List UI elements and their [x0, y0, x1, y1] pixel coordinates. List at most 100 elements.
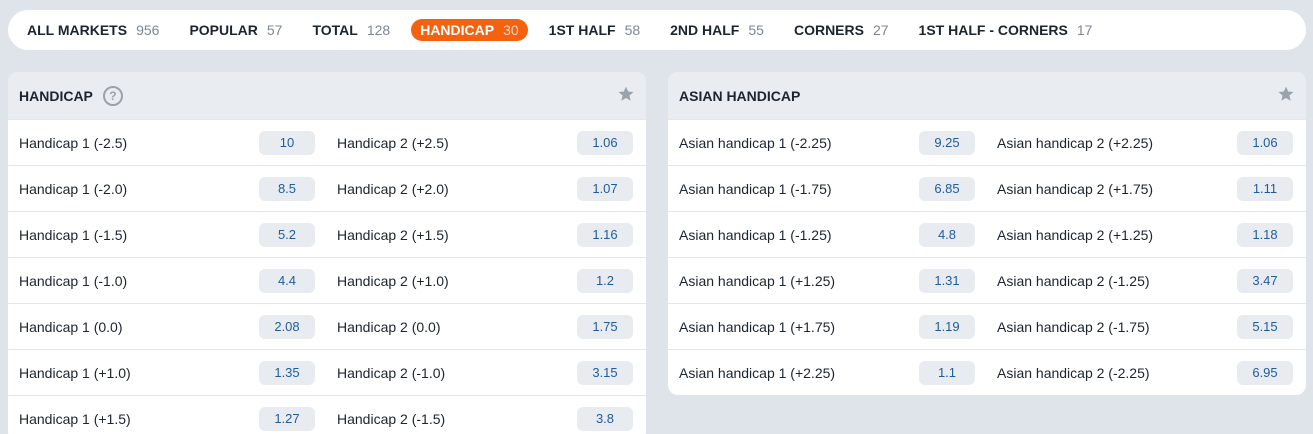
outcome-label: Asian handicap 2 (+1.75): [997, 180, 1154, 197]
tab-1st-half[interactable]: 1ST HALF 58: [540, 19, 649, 41]
odd-button[interactable]: 3.8: [577, 406, 633, 431]
outcome-cell[interactable]: Handicap 1 (-2.0) 8.5: [8, 176, 326, 201]
outcome-label: Asian handicap 1 (-1.25): [679, 226, 832, 243]
outcome-label: Asian handicap 2 (+1.25): [997, 226, 1154, 243]
market-row: Handicap 1 (-2.0) 8.5 Handicap 2 (+2.0) …: [8, 165, 646, 211]
outcome-label: Asian handicap 1 (+1.25): [679, 272, 836, 289]
outcome-label: Handicap 1 (-2.0): [19, 180, 128, 197]
outcome-cell[interactable]: Handicap 1 (-1.5) 5.2: [8, 222, 326, 247]
odd-button[interactable]: 2.08: [259, 314, 315, 339]
outcome-label: Handicap 2 (-1.0): [337, 364, 446, 381]
odd-button[interactable]: 1.19: [919, 314, 975, 339]
outcome-cell[interactable]: Asian handicap 1 (+2.25) 1.1: [668, 360, 986, 385]
odd-button[interactable]: 1.1: [919, 360, 975, 385]
outcome-cell[interactable]: Asian handicap 1 (+1.25) 1.31: [668, 268, 986, 293]
outcome-label: Asian handicap 1 (-1.75): [679, 180, 832, 197]
market-row: Handicap 1 (+1.5) 1.27 Handicap 2 (-1.5)…: [8, 395, 646, 434]
outcome-cell[interactable]: Handicap 2 (-1.5) 3.8: [326, 406, 644, 431]
outcome-cell[interactable]: Handicap 2 (0.0) 1.75: [326, 314, 644, 339]
odd-button[interactable]: 6.95: [1237, 360, 1293, 385]
outcome-cell[interactable]: Handicap 1 (+1.5) 1.27: [8, 406, 326, 431]
tab-count: 57: [266, 22, 283, 38]
market-row: Asian handicap 1 (+1.75) 1.19 Asian hand…: [668, 303, 1306, 349]
outcome-cell[interactable]: Asian handicap 1 (-1.75) 6.85: [668, 176, 986, 201]
tab-total[interactable]: TOTAL 128: [303, 19, 399, 41]
outcome-label: Handicap 1 (+1.0): [19, 364, 131, 381]
outcome-label: Handicap 2 (-1.5): [337, 410, 446, 427]
star-icon[interactable]: [1277, 85, 1295, 103]
panel-title: HANDICAP: [19, 87, 93, 104]
outcome-cell[interactable]: Asian handicap 2 (-1.75) 5.15: [986, 314, 1304, 339]
outcome-cell[interactable]: Asian handicap 2 (+1.75) 1.11: [986, 176, 1304, 201]
odd-button[interactable]: 1.06: [1237, 130, 1293, 155]
odd-button[interactable]: 1.11: [1237, 176, 1293, 201]
odd-button[interactable]: 1.07: [577, 176, 633, 201]
outcome-cell[interactable]: Handicap 1 (+1.0) 1.35: [8, 360, 326, 385]
help-circle-icon[interactable]: ?: [102, 85, 123, 106]
tab-label: CORNERS: [793, 22, 864, 38]
outcome-cell[interactable]: Asian handicap 1 (-2.25) 9.25: [668, 130, 986, 155]
odd-button[interactable]: 5.15: [1237, 314, 1293, 339]
market-row: Asian handicap 1 (-1.25) 4.8 Asian handi…: [668, 211, 1306, 257]
odd-button[interactable]: 8.5: [259, 176, 315, 201]
odd-button[interactable]: 5.2: [259, 222, 315, 247]
outcome-cell[interactable]: Asian handicap 1 (-1.25) 4.8: [668, 222, 986, 247]
tab-popular[interactable]: POPULAR 57: [180, 19, 291, 41]
outcome-label: Asian handicap 2 (-1.25): [997, 272, 1150, 289]
outcome-cell[interactable]: Handicap 2 (+1.0) 1.2: [326, 268, 644, 293]
odd-button[interactable]: 1.31: [919, 268, 975, 293]
tab-all-markets[interactable]: ALL MARKETS 956: [18, 19, 168, 41]
outcome-cell[interactable]: Asian handicap 2 (+1.25) 1.18: [986, 222, 1304, 247]
odd-button[interactable]: 3.15: [577, 360, 633, 385]
tab-count: 30: [503, 22, 519, 38]
odd-button[interactable]: 1.35: [259, 360, 315, 385]
outcome-cell[interactable]: Handicap 2 (+2.0) 1.07: [326, 176, 644, 201]
odd-button[interactable]: 1.06: [577, 130, 633, 155]
odd-button[interactable]: 9.25: [919, 130, 975, 155]
odd-button[interactable]: 10: [259, 130, 315, 155]
outcome-cell[interactable]: Asian handicap 2 (+2.25) 1.06: [986, 130, 1304, 155]
tab-1st-half-corners[interactable]: 1ST HALF - CORNERS 17: [910, 19, 1102, 41]
outcome-cell[interactable]: Handicap 2 (+2.5) 1.06: [326, 130, 644, 155]
outcome-cell[interactable]: Asian handicap 2 (-2.25) 6.95: [986, 360, 1304, 385]
odd-button[interactable]: 1.18: [1237, 222, 1293, 247]
market-row: Handicap 1 (0.0) 2.08 Handicap 2 (0.0) 1…: [8, 303, 646, 349]
odd-button[interactable]: 4.4: [259, 268, 315, 293]
tab-label: TOTAL: [312, 22, 358, 38]
outcome-cell[interactable]: Handicap 1 (0.0) 2.08: [8, 314, 326, 339]
outcome-label: Handicap 2 (+2.5): [337, 134, 449, 151]
odd-button[interactable]: 4.8: [919, 222, 975, 247]
outcome-cell[interactable]: Asian handicap 2 (-1.25) 3.47: [986, 268, 1304, 293]
odd-button[interactable]: 3.47: [1237, 268, 1293, 293]
market-row: Handicap 1 (-2.5) 10 Handicap 2 (+2.5) 1…: [8, 119, 646, 165]
odd-button[interactable]: 1.27: [259, 406, 315, 431]
outcome-cell[interactable]: Asian handicap 1 (+1.75) 1.19: [668, 314, 986, 339]
market-row: Handicap 1 (+1.0) 1.35 Handicap 2 (-1.0)…: [8, 349, 646, 395]
tab-count: 58: [624, 22, 641, 38]
outcome-label: Handicap 2 (+2.0): [337, 180, 449, 197]
odd-button[interactable]: 1.2: [577, 268, 633, 293]
odd-button[interactable]: 1.16: [577, 222, 633, 247]
outcome-label: Handicap 2 (+1.5): [337, 226, 449, 243]
odd-button[interactable]: 6.85: [919, 176, 975, 201]
tab-label: ALL MARKETS: [27, 22, 128, 38]
panel-header: ASIAN HANDICAP: [668, 72, 1306, 119]
market-row: Asian handicap 1 (+1.25) 1.31 Asian hand…: [668, 257, 1306, 303]
outcome-label: Handicap 2 (+1.0): [337, 272, 449, 289]
star-icon[interactable]: [617, 85, 635, 103]
outcome-cell[interactable]: Handicap 2 (+1.5) 1.16: [326, 222, 644, 247]
outcome-label: Asian handicap 1 (-2.25): [679, 134, 832, 151]
market-tabs: ALL MARKETS 956 POPULAR 57 TOTAL 128 HAN…: [8, 10, 1306, 50]
outcome-cell[interactable]: Handicap 1 (-1.0) 4.4: [8, 268, 326, 293]
tab-corners[interactable]: CORNERS 27: [785, 19, 898, 41]
tab-2nd-half[interactable]: 2ND HALF 55: [661, 19, 773, 41]
outcome-cell[interactable]: Handicap 2 (-1.0) 3.15: [326, 360, 644, 385]
outcome-label: Handicap 1 (-2.5): [19, 134, 128, 151]
outcome-cell[interactable]: Handicap 1 (-2.5) 10: [8, 130, 326, 155]
panel-header: HANDICAP ?: [8, 72, 646, 119]
market-row: Asian handicap 1 (-1.75) 6.85 Asian hand…: [668, 165, 1306, 211]
tab-handicap[interactable]: HANDICAP 30: [411, 19, 528, 41]
tab-label: 1ST HALF: [548, 22, 616, 38]
outcome-label: Asian handicap 2 (-1.75): [997, 318, 1150, 335]
odd-button[interactable]: 1.75: [577, 314, 633, 339]
